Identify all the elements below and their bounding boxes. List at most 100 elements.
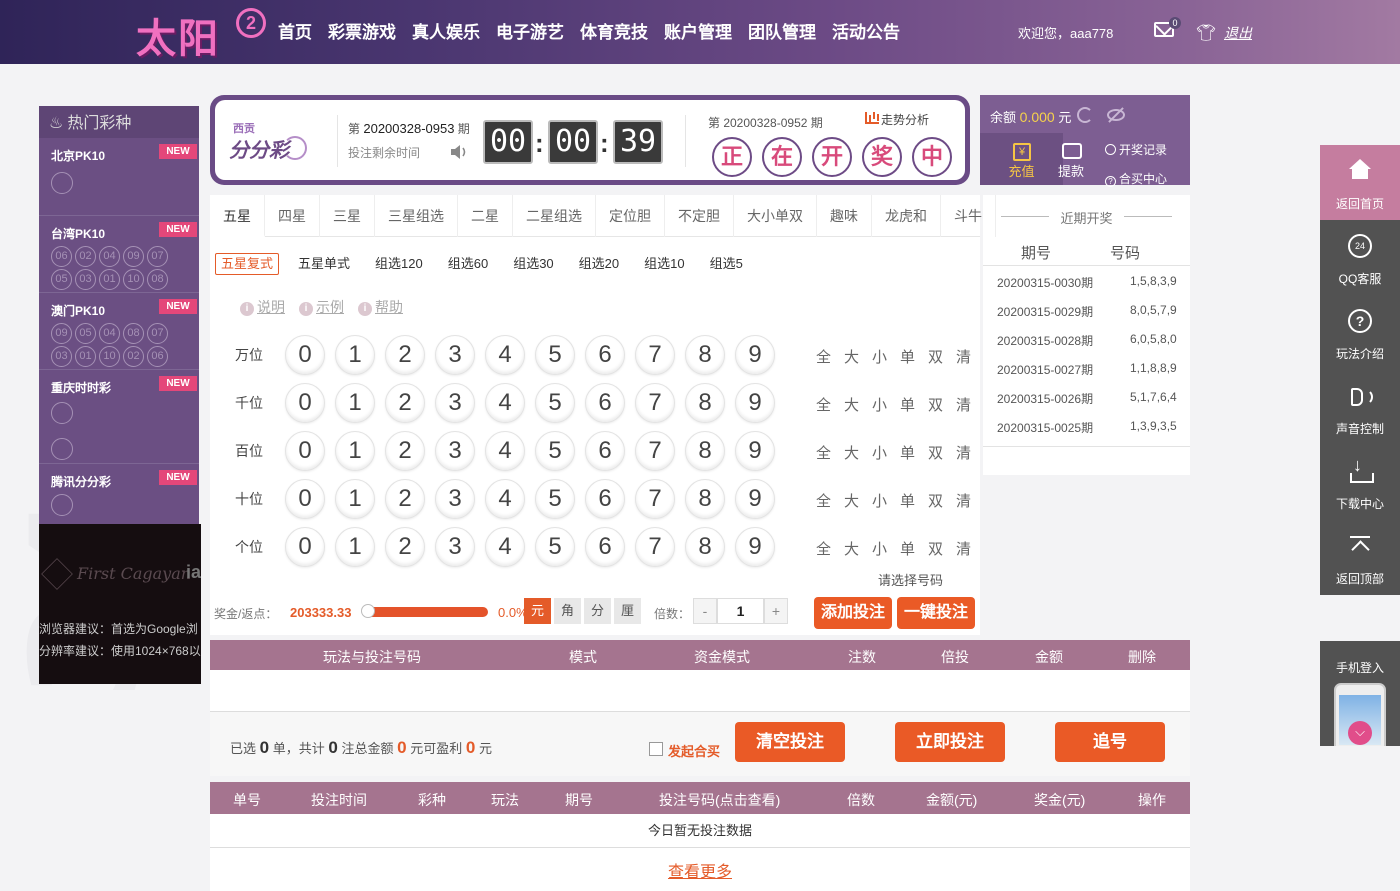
play-tab[interactable]: 趣味 (817, 195, 872, 237)
number-ball[interactable]: 1 (335, 479, 375, 519)
nav-home[interactable]: 首页 (278, 18, 312, 43)
quick-pick-button[interactable]: 双 (928, 346, 943, 367)
quick-pick-button[interactable]: 清 (956, 346, 971, 367)
number-ball[interactable]: 8 (685, 383, 725, 423)
nav-account[interactable]: 账户管理 (664, 18, 732, 43)
quick-pick-button[interactable]: 清 (956, 538, 971, 559)
logout-link[interactable]: 退出 (1224, 23, 1252, 43)
subplay-tab[interactable]: 组选5 (704, 253, 749, 275)
rebate-slider[interactable] (361, 604, 488, 618)
subplay-tab[interactable]: 组选10 (638, 253, 690, 275)
number-ball[interactable]: 3 (435, 383, 475, 423)
float-sound[interactable]: 声音控制 (1320, 370, 1400, 445)
draw-records-link[interactable]: 开奖记录 (1105, 141, 1167, 158)
number-ball[interactable]: 6 (585, 335, 625, 375)
lottery-item-mopk10[interactable]: 澳门PK10 NEW 09 05 04 08 07 03 01 10 02 06 (39, 293, 199, 370)
float-rules[interactable]: ? 玩法介绍 (1320, 295, 1400, 370)
number-ball[interactable]: 3 (435, 335, 475, 375)
quick-pick-button[interactable]: 单 (900, 346, 915, 367)
unit-li-button[interactable]: 厘 (614, 598, 641, 624)
quick-pick-button[interactable]: 单 (900, 394, 915, 415)
number-ball[interactable]: 0 (285, 335, 325, 375)
number-ball[interactable]: 5 (535, 527, 575, 567)
joint-bet-checkbox[interactable] (649, 742, 663, 756)
number-ball[interactable]: 3 (435, 479, 475, 519)
quick-pick-button[interactable]: 全 (816, 394, 831, 415)
play-tab[interactable]: 斗牛 (941, 195, 996, 237)
chase-number-button[interactable]: 追号 (1055, 722, 1165, 762)
number-ball[interactable]: 1 (335, 383, 375, 423)
float-back-to-top[interactable]: 返回顶部 (1320, 520, 1400, 595)
mobile-login-box[interactable]: 手机登入 ⌵ (1320, 641, 1400, 746)
quick-pick-button[interactable]: 大 (844, 538, 859, 559)
number-ball[interactable]: 8 (685, 527, 725, 567)
view-more-link[interactable]: 查看更多 (668, 864, 732, 881)
number-ball[interactable]: 1 (335, 431, 375, 471)
nav-slots[interactable]: 电子游艺 (496, 18, 564, 43)
number-ball[interactable]: 5 (535, 479, 575, 519)
subplay-tab[interactable]: 组选20 (573, 253, 625, 275)
number-ball[interactable]: 0 (285, 527, 325, 567)
quick-pick-button[interactable]: 大 (844, 346, 859, 367)
trend-analysis-link[interactable]: 走势分析 (881, 111, 929, 128)
number-ball[interactable]: 4 (485, 527, 525, 567)
quick-pick-button[interactable]: 双 (928, 490, 943, 511)
number-ball[interactable]: 4 (485, 335, 525, 375)
quick-pick-button[interactable]: 全 (816, 538, 831, 559)
shirt-icon[interactable]: 👕︎ (1196, 23, 1216, 43)
quick-pick-button[interactable]: 全 (816, 346, 831, 367)
number-ball[interactable]: 6 (585, 383, 625, 423)
quick-pick-button[interactable]: 小 (872, 442, 887, 463)
number-ball[interactable]: 2 (385, 335, 425, 375)
number-ball[interactable]: 7 (635, 335, 675, 375)
help-link[interactable]: i 帮助 (358, 297, 403, 317)
quick-pick-button[interactable]: 单 (900, 490, 915, 511)
play-tab[interactable]: 不定胆 (665, 195, 734, 237)
play-tab[interactable]: 定位胆 (596, 195, 665, 237)
number-ball[interactable]: 4 (485, 479, 525, 519)
lottery-item-bjpk10[interactable]: 北京PK10 NEW (39, 138, 199, 216)
number-ball[interactable]: 8 (685, 431, 725, 471)
nav-announcements[interactable]: 活动公告 (832, 18, 900, 43)
number-ball[interactable]: 0 (285, 479, 325, 519)
unit-jiao-button[interactable]: 角 (554, 598, 581, 624)
float-qq-service[interactable]: 24 QQ客服 (1320, 220, 1400, 295)
play-tab[interactable]: 五星 (210, 195, 265, 237)
play-tab[interactable]: 二星组选 (513, 195, 596, 237)
number-ball[interactable]: 9 (735, 479, 775, 519)
float-download[interactable]: 下载中心 (1320, 445, 1400, 520)
number-ball[interactable]: 9 (735, 335, 775, 375)
number-ball[interactable]: 5 (535, 335, 575, 375)
number-ball[interactable]: 6 (585, 479, 625, 519)
quick-pick-button[interactable]: 小 (872, 538, 887, 559)
number-ball[interactable]: 7 (635, 431, 675, 471)
quick-pick-button[interactable]: 清 (956, 442, 971, 463)
play-tab[interactable]: 三星 (320, 195, 375, 237)
lottery-item-txffc[interactable]: 腾讯分分彩 NEW (39, 464, 199, 524)
quick-pick-button[interactable]: 小 (872, 490, 887, 511)
number-ball[interactable]: 0 (285, 431, 325, 471)
number-ball[interactable]: 3 (435, 527, 475, 567)
number-ball[interactable]: 8 (685, 335, 725, 375)
quick-pick-button[interactable]: 清 (956, 490, 971, 511)
refresh-icon[interactable] (1077, 107, 1093, 123)
number-ball[interactable]: 7 (635, 527, 675, 567)
subplay-tab[interactable]: 组选30 (507, 253, 559, 275)
subplay-tab[interactable]: 组选60 (442, 253, 494, 275)
joint-bet-center-link[interactable]: ? 合买中心 (1105, 170, 1167, 187)
quick-pick-button[interactable]: 清 (956, 394, 971, 415)
quick-pick-button[interactable]: 大 (844, 490, 859, 511)
number-ball[interactable]: 1 (335, 527, 375, 567)
chevron-down-icon[interactable]: ⌵ (1348, 721, 1372, 745)
example-link[interactable]: i 示例 (299, 297, 344, 317)
slider-handle[interactable] (361, 604, 375, 618)
lottery-item-cqssc[interactable]: 重庆时时彩 NEW (39, 370, 199, 464)
quick-pick-button[interactable]: 全 (816, 490, 831, 511)
eye-hide-icon[interactable] (1107, 109, 1125, 121)
subplay-tab[interactable]: 五星单式 (292, 253, 356, 275)
add-bet-button[interactable]: 添加投注 (814, 597, 892, 629)
number-ball[interactable]: 3 (435, 431, 475, 471)
joint-bet-label[interactable]: 发起合买 (668, 741, 720, 760)
number-ball[interactable]: 9 (735, 527, 775, 567)
nav-sports[interactable]: 体育竞技 (580, 18, 648, 43)
